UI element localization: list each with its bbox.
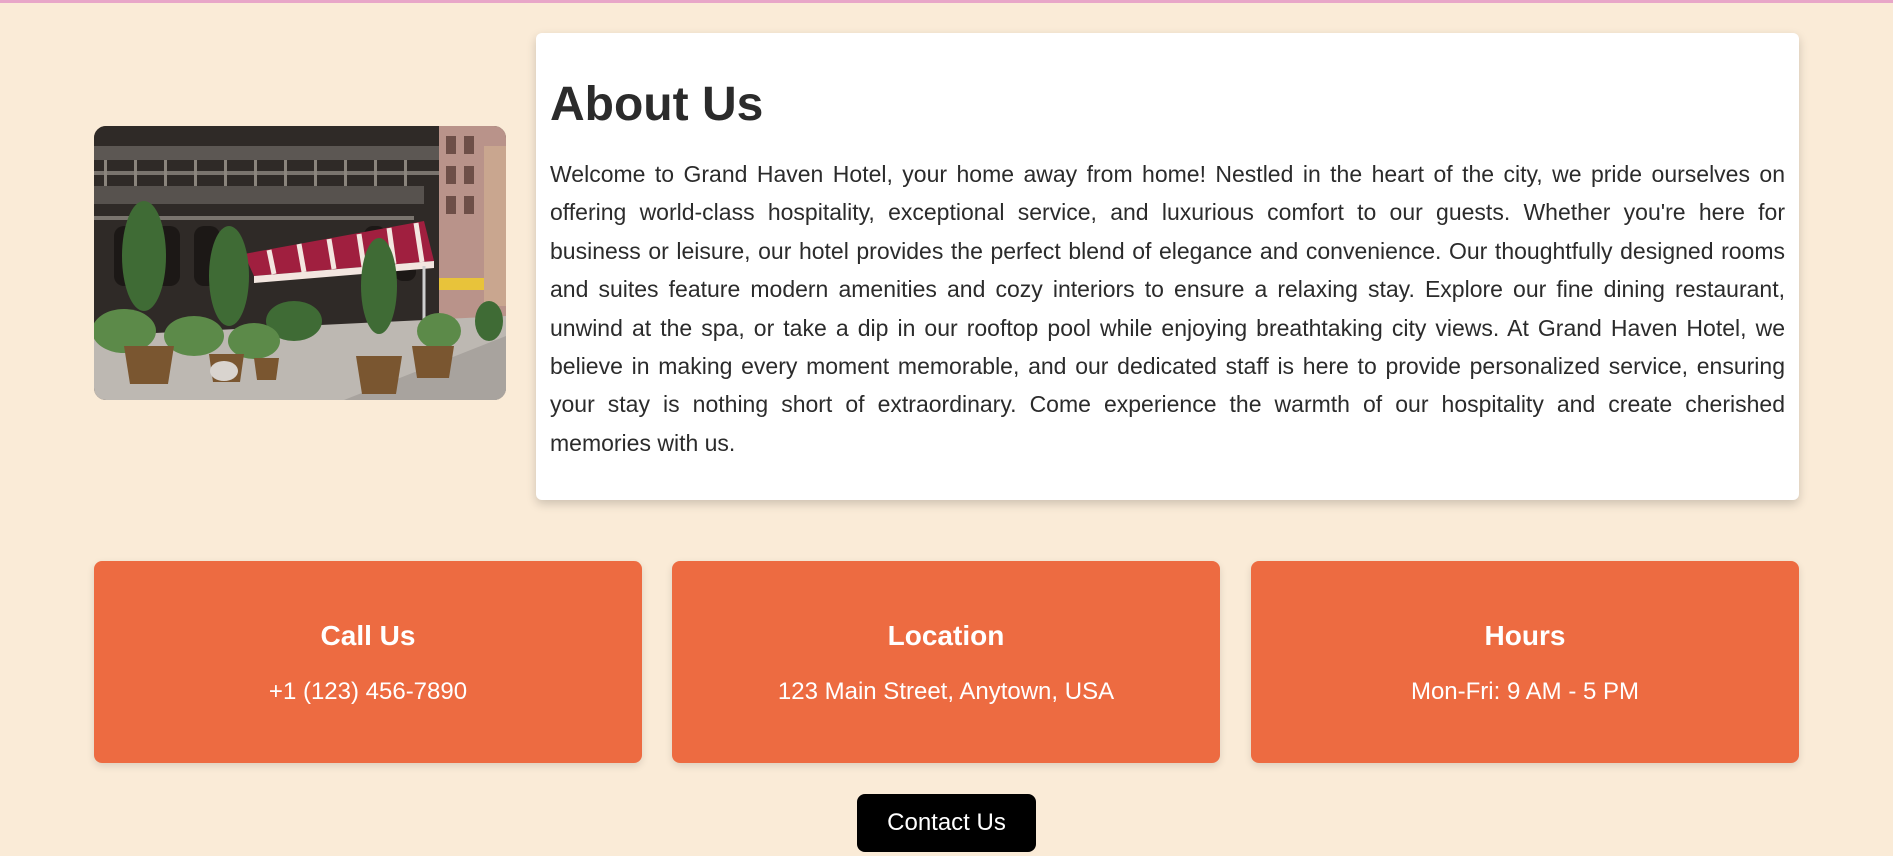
phone-number: +1 (123) 456-7890 — [268, 678, 468, 705]
opening-hours: Mon-Fri: 9 AM - 5 PM — [1410, 678, 1640, 705]
location-title: Location — [887, 620, 1005, 651]
hotel-photo — [94, 126, 506, 400]
call-us-title: Call Us — [320, 620, 416, 651]
about-card: About Us Welcome to Grand Haven Hotel, y… — [536, 33, 1799, 500]
call-us-card: Call Us +1 (123) 456-7890 — [94, 561, 642, 763]
contact-us-button[interactable]: Contact Us — [857, 794, 1036, 852]
about-paragraph: Welcome to Grand Haven Hotel, your home … — [550, 161, 1785, 456]
address: 123 Main Street, Anytown, USA — [777, 678, 1115, 705]
location-card: Location 123 Main Street, Anytown, USA — [672, 561, 1220, 763]
top-border — [0, 0, 1893, 3]
hours-card: Hours Mon-Fri: 9 AM - 5 PM — [1251, 561, 1799, 763]
about-title: About Us — [550, 78, 764, 131]
hours-title: Hours — [1484, 620, 1566, 651]
